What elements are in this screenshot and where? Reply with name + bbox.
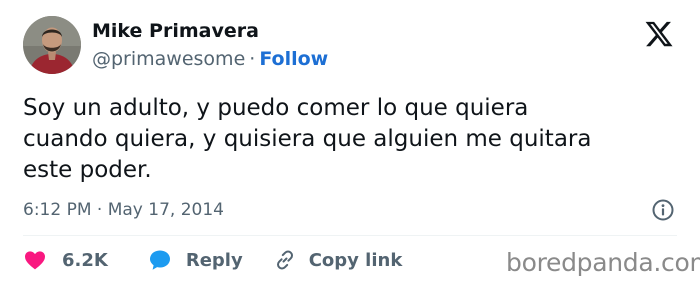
copy-link-button[interactable]: Copy link	[273, 248, 403, 272]
author-handle[interactable]: @primawesome	[92, 48, 245, 70]
author-name[interactable]: Mike Primavera	[92, 19, 328, 43]
like-count: 6.2K	[62, 249, 108, 271]
watermark: boredpanda.com	[506, 248, 700, 277]
author-block: Mike Primavera @primawesome · Follow	[92, 19, 328, 71]
tweet-text: Soy un adulto, y puedo comer lo que quie…	[23, 95, 592, 183]
author-subline: @primawesome · Follow	[92, 47, 328, 71]
divider	[23, 235, 677, 236]
reply-label: Reply	[185, 249, 243, 271]
reply-button[interactable]: Reply	[148, 248, 243, 272]
handle-separator: ·	[249, 48, 256, 70]
info-icon[interactable]	[651, 198, 675, 222]
author-avatar[interactable]	[23, 16, 81, 74]
tweet-timestamp[interactable]: 6:12 PM · May 17, 2014	[23, 198, 224, 222]
like-button[interactable]: 6.2K	[23, 248, 108, 272]
heart-icon	[23, 248, 47, 272]
action-bar: 6.2K Reply Copy link	[23, 247, 402, 273]
x-logo-icon[interactable]	[644, 19, 674, 49]
follow-button[interactable]: Follow	[259, 48, 328, 70]
copy-link-label: Copy link	[308, 249, 403, 271]
speech-bubble-icon	[148, 248, 172, 272]
link-icon	[273, 248, 297, 272]
